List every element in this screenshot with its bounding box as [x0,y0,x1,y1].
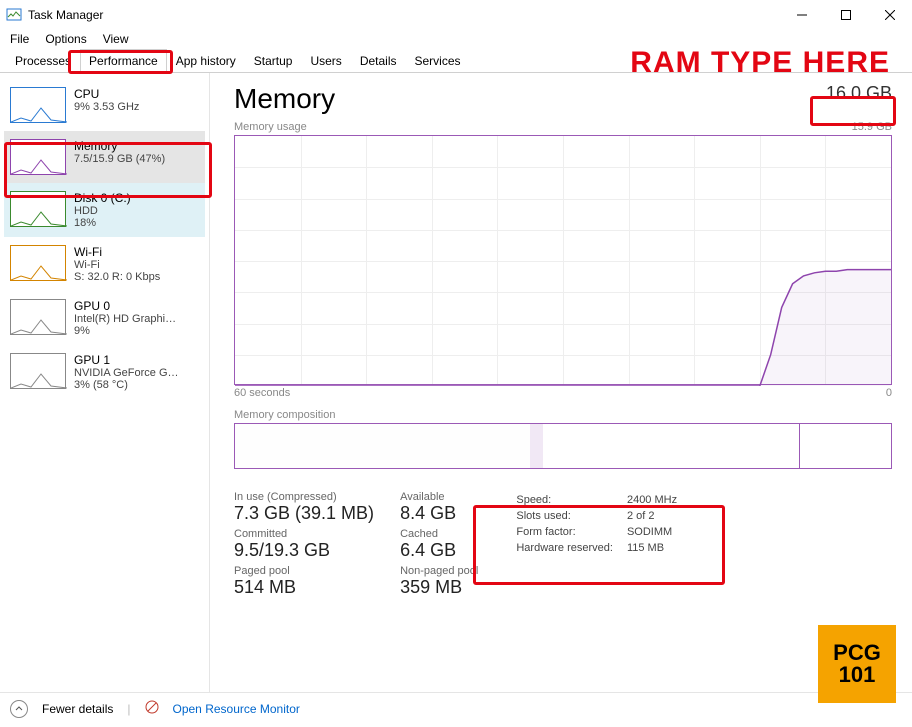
memory-stats-grid: In use (Compressed)7.3 GB (39.1 MB) Avail… [234,491,478,598]
title-bar: Task Manager [0,0,912,30]
spec-value: 2400 MHz [627,493,689,507]
sidebar-thumb [10,245,66,281]
stat-value: 7.3 GB (39.1 MB) [234,503,374,524]
composition-segment [799,424,891,468]
sidebar-item-sub: 9% 3.53 GHz [74,101,199,113]
spec-label: Slots used: [516,509,625,523]
window-title: Task Manager [28,8,103,22]
sidebar-item-title: Disk 0 (C:) [74,191,199,205]
tab-app-history[interactable]: App history [167,49,245,73]
perf-sidebar: CPU9% 3.53 GHzMemory7.5/15.9 GB (47%)Dis… [0,73,210,692]
spec-value: 2 of 2 [627,509,689,523]
sidebar-item-cpu[interactable]: CPU9% 3.53 GHz [4,79,205,131]
spec-value: SODIMM [627,525,689,539]
stat-value: 514 MB [234,577,374,598]
sidebar-item-sub: 7.5/15.9 GB (47%) [74,153,199,165]
stat-label: Available [400,491,478,503]
memory-usage-line [235,136,891,386]
spec-label: Form factor: [516,525,625,539]
sidebar-item-gpu-1[interactable]: GPU 1NVIDIA GeForce G…3% (58 °C) [4,345,205,399]
sidebar-thumb [10,353,66,389]
sidebar-thumb [10,87,66,123]
open-resource-monitor-link[interactable]: Open Resource Monitor [173,702,300,716]
stat-label: Paged pool [234,565,374,577]
tab-startup[interactable]: Startup [245,49,302,73]
sidebar-item-sub2: 9% [74,325,199,337]
sidebar-item-sub2: S: 32.0 R: 0 Kbps [74,271,199,283]
menu-options[interactable]: Options [45,32,86,46]
memory-usage-chart [234,135,892,385]
stat-label: Committed [234,528,374,540]
sidebar-item-title: GPU 0 [74,299,199,313]
sidebar-thumb [10,191,66,227]
sidebar-item-gpu-0[interactable]: GPU 0Intel(R) HD Graphi…9% [4,291,205,345]
menu-file[interactable]: File [10,32,29,46]
annotation-headline: RAM TYPE HERE [630,46,890,80]
stat-value: 359 MB [400,577,478,598]
sidebar-item-disk-0-c-[interactable]: Disk 0 (C:)HDD18% [4,183,205,237]
pcg101-badge: PCG 101 [818,625,896,703]
composition-label: Memory composition [234,409,892,421]
tab-users[interactable]: Users [301,49,350,73]
sidebar-item-sub: NVIDIA GeForce G… [74,367,199,379]
sidebar-item-sub: Intel(R) HD Graphi… [74,313,199,325]
sidebar-thumb [10,139,66,175]
stat-value: 8.4 GB [400,503,478,524]
memory-composition-bar [234,423,892,469]
chart-top-left-label: Memory usage [234,121,307,133]
composition-segment [235,424,530,468]
sidebar-item-sub2: 3% (58 °C) [74,379,199,391]
footer-bar: Fewer details | Open Resource Monitor [0,692,912,724]
app-icon [6,7,22,23]
stat-label: Cached [400,528,478,540]
sidebar-thumb [10,299,66,335]
stat-value: 9.5/19.3 GB [234,540,374,561]
stat-value: 6.4 GB [400,540,478,561]
resmon-icon [145,700,159,717]
fewer-details-link[interactable]: Fewer details [42,702,113,716]
sidebar-item-sub: HDD [74,205,199,217]
sidebar-item-title: GPU 1 [74,353,199,367]
fewer-details-icon[interactable] [10,700,28,718]
tab-performance[interactable]: Performance [80,49,167,73]
memory-panel: Memory 16.0 GB Memory usage 15.9 GB 60 s… [210,73,912,692]
minimize-button[interactable] [780,0,824,30]
sidebar-item-wi-fi[interactable]: Wi-FiWi-FiS: 32.0 R: 0 Kbps [4,237,205,291]
close-button[interactable] [868,0,912,30]
spec-value: 115 MB [627,541,689,555]
memory-total: 16.0 GB [826,83,892,104]
sidebar-item-sub: Wi-Fi [74,259,199,271]
composition-segment [543,424,799,468]
sidebar-item-title: Memory [74,139,199,153]
sidebar-item-title: CPU [74,87,199,101]
stat-label: Non-paged pool [400,565,478,577]
sidebar-item-title: Wi-Fi [74,245,199,259]
tab-services[interactable]: Services [406,49,470,73]
chart-x-left: 60 seconds [234,387,290,399]
menu-view[interactable]: View [103,32,129,46]
tab-details[interactable]: Details [351,49,406,73]
stat-label: In use (Compressed) [234,491,374,503]
composition-segment [530,424,543,468]
chart-x-right: 0 [886,387,892,399]
page-title: Memory [234,83,335,115]
spec-label: Hardware reserved: [516,541,625,555]
memory-specs: Speed:2400 MHzSlots used:2 of 2Form fact… [514,491,691,598]
spec-label: Speed: [516,493,625,507]
maximize-button[interactable] [824,0,868,30]
tab-processes[interactable]: Processes [6,49,80,73]
sidebar-item-sub2: 18% [74,217,199,229]
chart-top-right-label: 15.9 GB [852,121,892,133]
sidebar-item-memory[interactable]: Memory7.5/15.9 GB (47%) [4,131,205,183]
